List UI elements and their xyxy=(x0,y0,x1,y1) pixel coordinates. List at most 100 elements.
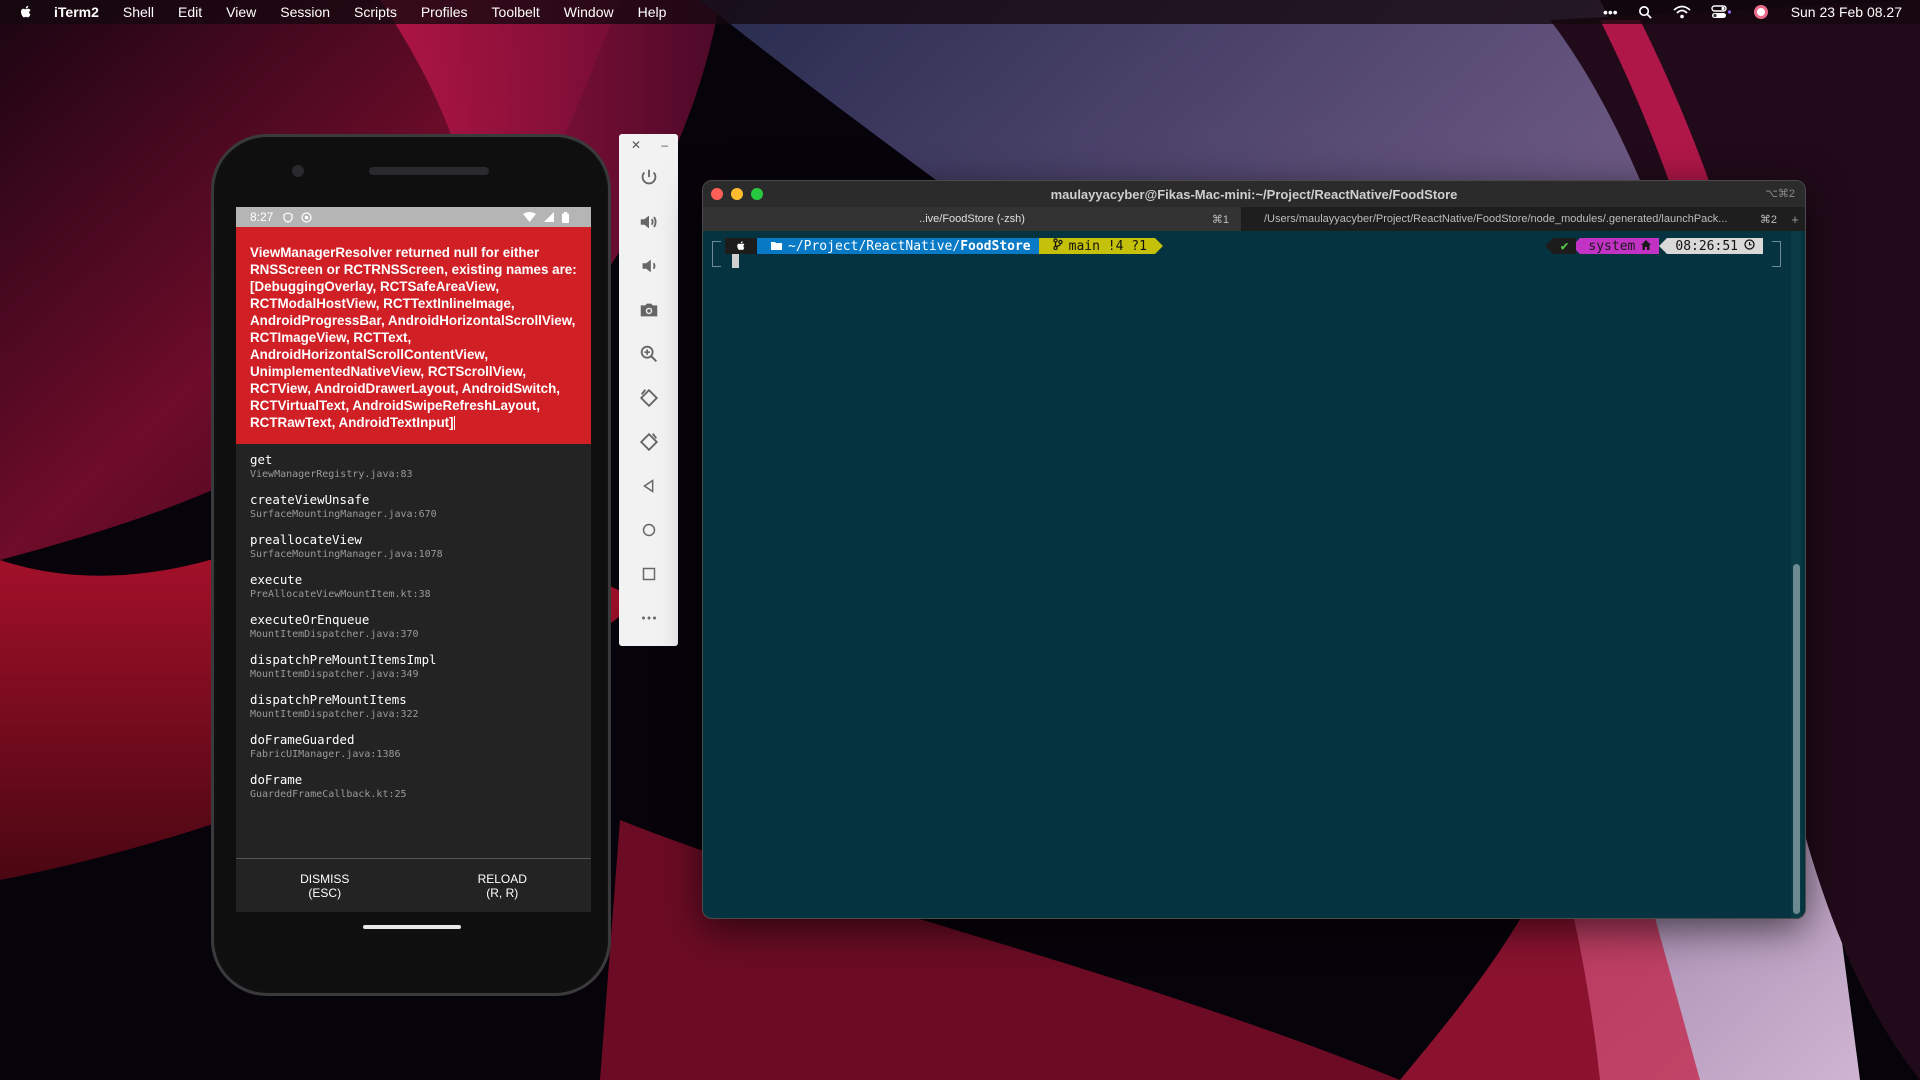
prompt-bracket-left xyxy=(712,241,721,267)
stack-frame[interactable]: dispatchPreMountItems MountItemDispatche… xyxy=(250,692,577,720)
stack-frame-location: MountItemDispatcher.java:370 xyxy=(250,629,419,640)
stack-frame[interactable]: preallocateView SurfaceMountingManager.j… xyxy=(250,532,577,560)
menu-edit[interactable]: Edit xyxy=(178,4,202,20)
more-icon[interactable] xyxy=(619,596,678,640)
prompt-path: ~/Project/ReactNative/FoodStore xyxy=(757,238,1039,254)
home-icon[interactable] xyxy=(619,508,678,552)
terminal-session[interactable]: ~/Project/ReactNative/FoodStore main !4 … xyxy=(703,231,1805,918)
menubar-more-icon[interactable]: ••• xyxy=(1603,4,1618,20)
stack-frame[interactable]: get ViewManagerRegistry.java:83 xyxy=(250,452,577,480)
stack-frame[interactable]: executeOrEnqueue MountItemDispatcher.jav… xyxy=(250,612,577,640)
zoom-window-button[interactable] xyxy=(751,188,763,200)
stack-frame-location: PreAllocateViewMountItem.kt:38 xyxy=(250,589,431,600)
clock-icon xyxy=(1744,238,1755,254)
tab-shortcut: ⌘2 xyxy=(1759,213,1777,226)
menu-toolbelt[interactable]: Toolbelt xyxy=(492,4,540,20)
user-avatar-icon[interactable] xyxy=(1753,4,1769,20)
menu-scripts[interactable]: Scripts xyxy=(354,4,397,20)
terminal-cursor xyxy=(732,254,739,268)
android-emulator-device: 8:27 ViewManagerResolver returned null f… xyxy=(211,134,611,996)
tab-zsh[interactable]: ..ive/FoodStore (-zsh) ⌘1 xyxy=(703,207,1242,231)
apple-menu-icon[interactable] xyxy=(18,4,34,20)
error-text: ViewManagerResolver returned null for ei… xyxy=(250,245,577,430)
menu-view[interactable]: View xyxy=(226,4,256,20)
reload-button[interactable]: RELOAD (R, R) xyxy=(414,859,592,912)
reload-hint: (R, R) xyxy=(486,885,519,900)
folder-icon xyxy=(771,239,782,254)
stack-frame[interactable]: createViewUnsafe SurfaceMountingManager.… xyxy=(250,492,577,520)
spotlight-search-icon[interactable] xyxy=(1638,5,1653,20)
prompt-git-status: main !4 ?1 xyxy=(1038,238,1155,254)
menu-help[interactable]: Help xyxy=(638,4,667,20)
stack-frame-function: preallocateView xyxy=(250,532,362,547)
new-tab-button[interactable]: + xyxy=(1785,207,1805,231)
stack-frame-function: get xyxy=(250,452,273,467)
camera-icon[interactable] xyxy=(619,288,678,332)
wifi-icon[interactable] xyxy=(1673,5,1691,19)
segment-separator xyxy=(1544,238,1553,254)
dismiss-hint: (ESC) xyxy=(308,885,342,900)
redbox-error-message: ViewManagerResolver returned null for ei… xyxy=(236,227,591,444)
context-label: system xyxy=(1588,238,1636,254)
gesture-home-bar[interactable] xyxy=(363,925,461,929)
tab-launch-packager[interactable]: /Users/maulayyacyber/Project/ReactNative… xyxy=(1242,207,1785,231)
menu-profiles[interactable]: Profiles xyxy=(421,4,468,20)
stack-frame-function: execute xyxy=(250,572,303,587)
stack-frame-function: doFrame xyxy=(250,772,303,787)
device-screen[interactable]: 8:27 ViewManagerResolver returned null f… xyxy=(236,207,591,912)
stack-frame-location: SurfaceMountingManager.java:1078 xyxy=(250,549,443,560)
menu-session[interactable]: Session xyxy=(280,4,330,20)
house-icon xyxy=(1641,239,1652,254)
emulator-minimize-button[interactable]: – xyxy=(661,138,668,156)
stack-frame-location: MountItemDispatcher.java:322 xyxy=(250,709,419,720)
volume-down-icon[interactable] xyxy=(619,244,678,288)
power-icon[interactable] xyxy=(619,156,678,200)
cell-signal-icon xyxy=(544,212,554,222)
zoom-icon[interactable] xyxy=(619,332,678,376)
stack-frame-location: GuardedFrameCallback.kt:25 xyxy=(250,789,407,800)
prompt-time: 08:26:51 xyxy=(1667,238,1763,254)
menu-shell[interactable]: Shell xyxy=(123,4,154,20)
rotate-left-icon[interactable] xyxy=(619,376,678,420)
emulator-toolbar: ✕ – xyxy=(619,134,678,646)
segment-separator xyxy=(1659,238,1668,254)
reload-label: RELOAD xyxy=(477,871,527,886)
volume-up-icon[interactable] xyxy=(619,200,678,244)
menubar-datetime[interactable]: Sun 23 Feb 08.27 xyxy=(1791,4,1902,20)
stack-frame[interactable]: dispatchPreMountItemsImpl MountItemDispa… xyxy=(250,652,577,680)
tab-label: ..ive/FoodStore (-zsh) xyxy=(919,213,1025,225)
tab-bar: ..ive/FoodStore (-zsh) ⌘1 /Users/maulayy… xyxy=(703,207,1805,231)
menu-app-name[interactable]: iTerm2 xyxy=(54,4,99,20)
tab-label: /Users/maulayyacyber/Project/ReactNative… xyxy=(1264,213,1728,225)
segment-separator xyxy=(1154,238,1163,254)
dismiss-button[interactable]: DISMISS (ESC) xyxy=(236,859,414,912)
terminal-scrollbar[interactable] xyxy=(1791,231,1801,918)
stack-frame-function: dispatchPreMountItems xyxy=(250,692,407,707)
window-shortcut: ⌥⌘2 xyxy=(1765,188,1795,200)
redbox-actions: DISMISS (ESC) RELOAD (R, R) xyxy=(236,858,591,912)
git-branch-icon xyxy=(1052,238,1063,254)
minimize-window-button[interactable] xyxy=(731,188,743,200)
stack-frame-function: dispatchPreMountItemsImpl xyxy=(250,652,437,667)
close-window-button[interactable] xyxy=(711,188,723,200)
prompt-right-segments: ✔ system 08:26:51 xyxy=(1544,238,1763,254)
stack-frame-function: doFrameGuarded xyxy=(250,732,355,747)
stack-frame[interactable]: doFrame GuardedFrameCallback.kt:25 xyxy=(250,772,577,800)
stack-frame-function: executeOrEnqueue xyxy=(250,612,370,627)
rotate-right-icon[interactable] xyxy=(619,420,678,464)
overview-icon[interactable] xyxy=(619,552,678,596)
emulator-close-button[interactable]: ✕ xyxy=(631,138,641,156)
menu-window[interactable]: Window xyxy=(564,4,614,20)
stack-frame-location: ViewManagerRegistry.java:83 xyxy=(250,469,413,480)
stack-frame[interactable]: doFrameGuarded FabricUIManager.java:1386 xyxy=(250,732,577,760)
back-icon[interactable] xyxy=(619,464,678,508)
exit-status-ok: ✔ xyxy=(1552,238,1577,254)
control-center-icon[interactable] xyxy=(1710,4,1733,20)
window-titlebar[interactable]: maulayyacyber@Fikas-Mac-mini:~/Project/R… xyxy=(703,181,1805,207)
status-time: 8:27 xyxy=(250,210,274,224)
iterm2-window: maulayyacyber@Fikas-Mac-mini:~/Project/R… xyxy=(702,180,1806,919)
stack-frame[interactable]: execute PreAllocateViewMountItem.kt:38 xyxy=(250,572,577,600)
path-current: FoodStore xyxy=(960,238,1031,254)
scrollbar-thumb[interactable] xyxy=(1793,564,1800,914)
text-cursor xyxy=(453,416,455,431)
